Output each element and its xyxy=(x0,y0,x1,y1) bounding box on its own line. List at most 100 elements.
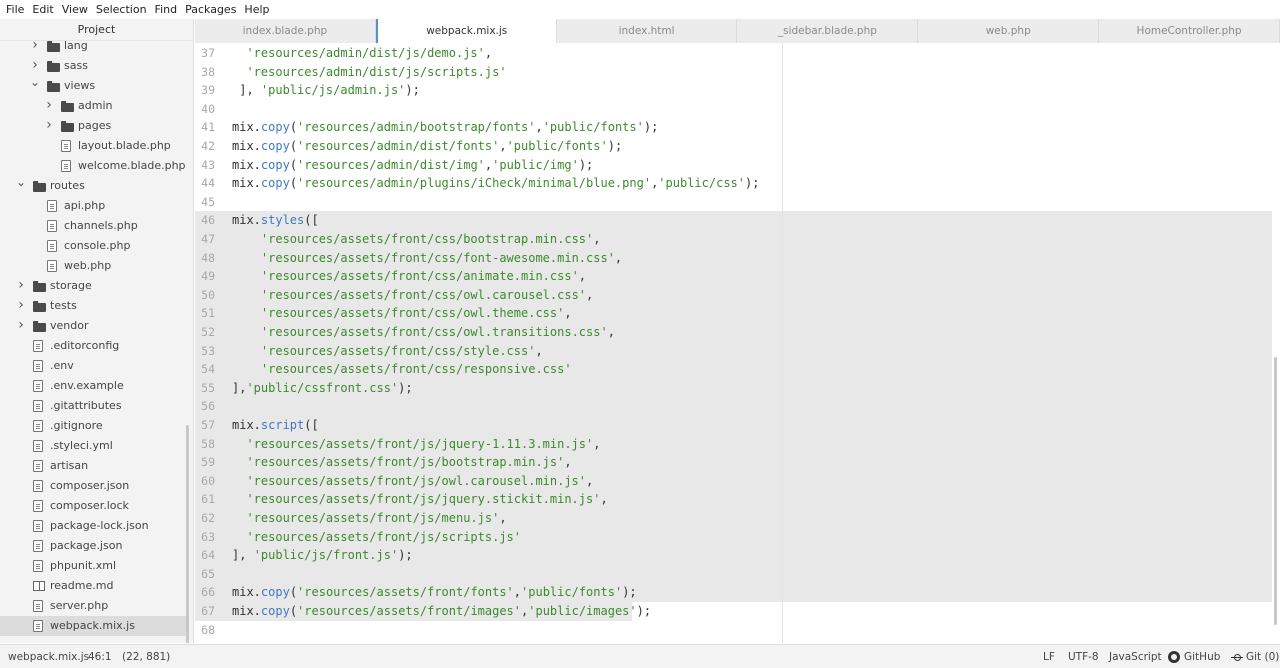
editor-scrollbar[interactable] xyxy=(1274,357,1277,625)
tab-index-blade-php[interactable]: index.blade.php xyxy=(195,19,376,43)
tab-web-php[interactable]: web.php xyxy=(918,19,1100,43)
menu-packages[interactable]: Packages xyxy=(181,0,240,19)
chevron-right-icon[interactable]: › xyxy=(16,276,26,296)
editor-line[interactable]: 40 xyxy=(195,100,1272,119)
editor-line[interactable]: 67 mix.copy('resources/assets/front/image… xyxy=(195,602,651,621)
editor-line[interactable]: 42 mix.copy('resources/admin/dist/fonts',… xyxy=(195,137,1272,156)
tab-sidebar-blade-php[interactable]: _sidebar.blade.php xyxy=(737,19,919,43)
tree-view-scrollbar[interactable] xyxy=(186,425,189,643)
tree-folder[interactable]: › pages xyxy=(0,116,186,136)
editor-line[interactable]: 57 mix.script([ xyxy=(195,416,1272,435)
editor-line[interactable]: 53 'resources/assets/front/css/style.css… xyxy=(195,341,1272,361)
editor-line[interactable]: 65 xyxy=(195,564,1272,584)
tree-folder[interactable]: ⌄ views xyxy=(0,76,186,96)
editor-line[interactable]: 66 mix.copy('resources/assets/front/fonts… xyxy=(195,583,1272,602)
editor-line[interactable]: 50 'resources/assets/front/css/owl.carou… xyxy=(195,285,1272,305)
tree-file[interactable]: .gitignore xyxy=(0,416,186,436)
editor-line[interactable]: 37 'resources/admin/dist/js/demo.js', xyxy=(195,44,1272,63)
github-icon[interactable] xyxy=(1168,651,1180,663)
tree-file[interactable]: composer.json xyxy=(0,476,186,496)
chevron-right-icon[interactable]: › xyxy=(44,116,54,136)
tree-file[interactable]: .gitattributes xyxy=(0,396,186,416)
editor-line[interactable]: 68 xyxy=(195,621,1272,640)
function-token: styles xyxy=(260,213,305,228)
status-cursor-position[interactable]: 46:1 xyxy=(88,645,112,668)
chevron-down-icon[interactable]: ⌄ xyxy=(16,176,26,196)
editor-line[interactable]: 54 'resources/assets/front/css/responsiv… xyxy=(195,360,1272,379)
chevron-right-icon[interactable]: › xyxy=(44,96,54,116)
git-branch-icon[interactable] xyxy=(1231,651,1243,663)
editor-line[interactable]: 58 'resources/assets/front/js/jquery-1.1… xyxy=(195,434,1272,454)
editor-line[interactable]: 52 'resources/assets/front/css/owl.trans… xyxy=(195,323,1272,342)
editor-line[interactable]: 51 'resources/assets/front/css/owl.theme… xyxy=(195,304,1272,323)
tree-file[interactable]: welcome.blade.php xyxy=(0,156,186,176)
editor-line[interactable]: 61 'resources/assets/front/js/jquery.sti… xyxy=(195,490,1272,509)
tree-file[interactable]: composer.lock xyxy=(0,496,186,516)
tab-homecontroller-php[interactable]: HomeController.php xyxy=(1099,19,1280,43)
tree-folder[interactable]: › storage xyxy=(0,276,186,296)
tree-file[interactable]: .env.example xyxy=(0,376,186,396)
editor-line[interactable]: 62 'resources/assets/front/js/menu.js', xyxy=(195,509,1272,528)
tab-webpack-mix-js[interactable]: webpack.mix.js xyxy=(375,19,557,44)
tree-file[interactable]: package-lock.json xyxy=(0,516,186,536)
menu-help[interactable]: Help xyxy=(240,0,273,19)
tree-file[interactable]: .env xyxy=(0,356,186,376)
editor-line[interactable]: 60 'resources/assets/front/js/owl.carous… xyxy=(195,471,1272,491)
editor-line[interactable]: 55],'public/cssfront.css'); xyxy=(195,378,1272,398)
chevron-right-icon[interactable]: › xyxy=(16,316,26,336)
status-git[interactable]: Git (0) xyxy=(1246,645,1279,668)
editor-line[interactable]: 59 'resources/assets/front/js/bootstrap.… xyxy=(195,453,1272,472)
editor-line[interactable]: 46 mix.styles([ xyxy=(195,211,1272,230)
editor-line[interactable]: 48 'resources/assets/front/css/font-awes… xyxy=(195,248,1272,268)
tree-file[interactable]: package.json xyxy=(0,536,186,556)
tree-folder[interactable]: › admin xyxy=(0,96,186,116)
menu-find[interactable]: Find xyxy=(151,0,182,19)
menu-selection[interactable]: Selection xyxy=(92,0,151,19)
editor-line[interactable]: 45 xyxy=(195,193,1272,212)
tree-file[interactable]: layout.blade.php xyxy=(0,136,186,156)
editor-line[interactable]: 64], 'public/js/front.js'); xyxy=(195,546,1272,565)
folder-icon xyxy=(33,320,46,332)
editor-line[interactable]: 44 mix.copy('resources/admin/plugins/iChe… xyxy=(195,174,1272,193)
chevron-right-icon[interactable]: › xyxy=(30,56,40,76)
tree-file[interactable]: web.php xyxy=(0,256,186,276)
menu-file[interactable]: File xyxy=(2,0,28,19)
status-grammar[interactable]: JavaScript xyxy=(1109,645,1162,668)
tree-folder[interactable]: › lang xyxy=(0,36,186,56)
tree-file[interactable]: server.php xyxy=(0,596,186,616)
tree-folder[interactable]: › tests xyxy=(0,296,186,316)
tree-folder[interactable]: › vendor xyxy=(0,316,186,336)
tree-folder[interactable]: ⌄ routes xyxy=(0,176,186,196)
menu-view[interactable]: View xyxy=(58,0,92,19)
status-encoding[interactable]: UTF-8 xyxy=(1068,645,1099,668)
file-icon xyxy=(33,480,43,492)
tree-file[interactable]: console.php xyxy=(0,236,186,256)
status-line-ending[interactable]: LF xyxy=(1043,645,1055,668)
status-github[interactable]: GitHub xyxy=(1184,645,1220,668)
editor-line[interactable]: 47 'resources/assets/front/css/bootstrap… xyxy=(195,230,1272,249)
tree-file[interactable]: channels.php xyxy=(0,216,186,236)
editor-line[interactable]: 43 mix.copy('resources/admin/dist/img','p… xyxy=(195,156,1272,175)
chevron-right-icon[interactable]: › xyxy=(16,296,26,316)
editor-line[interactable]: 56 xyxy=(195,397,1272,416)
tree-folder[interactable]: › sass xyxy=(0,56,186,76)
tree-file[interactable]: .styleci.yml xyxy=(0,436,186,456)
status-file-name[interactable]: webpack.mix.js xyxy=(8,645,89,668)
code-token: , xyxy=(564,306,572,321)
chevron-right-icon[interactable]: › xyxy=(30,36,40,56)
editor-line[interactable]: 63 'resources/assets/front/js/scripts.js… xyxy=(195,527,1272,547)
tree-file[interactable]: artisan xyxy=(0,456,186,476)
tab-index-html[interactable]: index.html xyxy=(556,19,738,43)
text-editor[interactable]: 37 'resources/admin/dist/js/demo.js', 38 … xyxy=(195,43,1280,643)
tree-file[interactable]: .editorconfig xyxy=(0,336,186,356)
editor-line[interactable]: 41 mix.copy('resources/admin/bootstrap/fo… xyxy=(195,118,1272,137)
editor-line[interactable]: 38 'resources/admin/dist/js/scripts.js' xyxy=(195,63,1272,82)
tree-file[interactable]: api.php xyxy=(0,196,186,216)
menu-edit[interactable]: Edit xyxy=(28,0,57,19)
chevron-down-icon[interactable]: ⌄ xyxy=(30,76,40,96)
tree-file[interactable]: phpunit.xml xyxy=(0,556,186,576)
tree-file[interactable]: webpack.mix.js xyxy=(0,616,186,636)
tree-file[interactable]: readme.md xyxy=(0,576,186,596)
editor-line[interactable]: 39 ], 'public/js/admin.js'); xyxy=(195,81,1272,100)
editor-line[interactable]: 49 'resources/assets/front/css/animate.m… xyxy=(195,267,1272,286)
